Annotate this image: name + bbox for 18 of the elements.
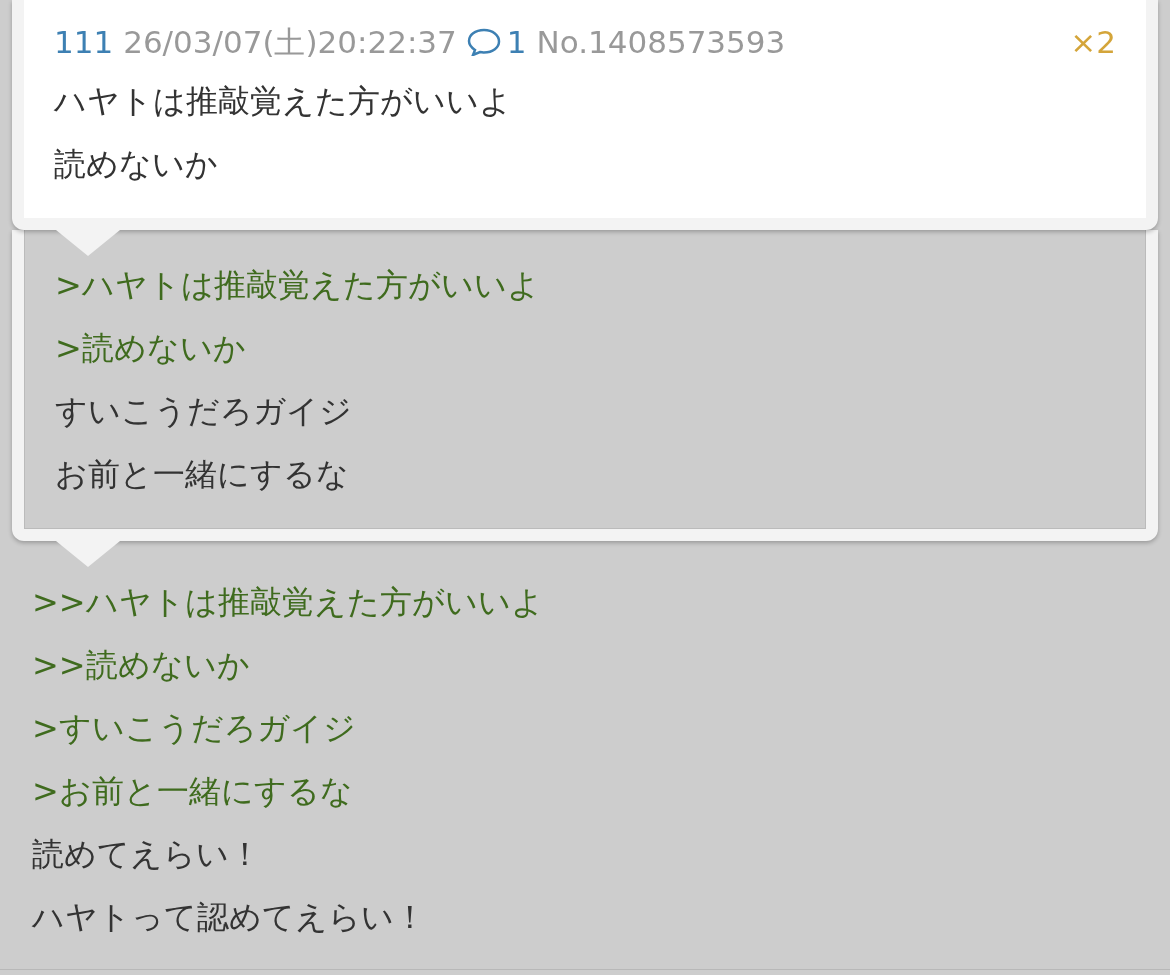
post-line: 読めないか — [54, 144, 218, 185]
post-id[interactable]: No.1408573593 — [536, 14, 786, 70]
repeat-count: ×2 — [1070, 23, 1116, 62]
post-line: ハヤトは推敲覚えた方がいいよ — [54, 81, 512, 122]
quoted-line: >ハヤトは推敲覚えた方がいいよ — [55, 265, 540, 306]
quoted-line: >>読めないか — [32, 645, 250, 686]
post-line: お前と一緒にするな — [55, 454, 349, 495]
speech-bubble-icon — [466, 28, 501, 56]
quoted-line: >>ハヤトは推敲覚えた方がいいよ — [32, 582, 544, 623]
post-date: 26/03/07(土)20:22:37 — [123, 23, 457, 62]
reply-count[interactable]: 1 — [466, 14, 527, 70]
post-line: 読めてえらい！ — [32, 834, 261, 875]
quoted-line: >お前と一緒にするな — [32, 771, 353, 812]
quoted-line: >読めないか — [55, 328, 246, 369]
post-number[interactable]: 111 — [54, 14, 114, 70]
quoted-line: >すいこうだろガイジ — [32, 708, 356, 749]
post-line: すいこうだろガイジ — [55, 391, 352, 432]
post-line: ハヤトって認めてえらい！ — [32, 897, 426, 938]
